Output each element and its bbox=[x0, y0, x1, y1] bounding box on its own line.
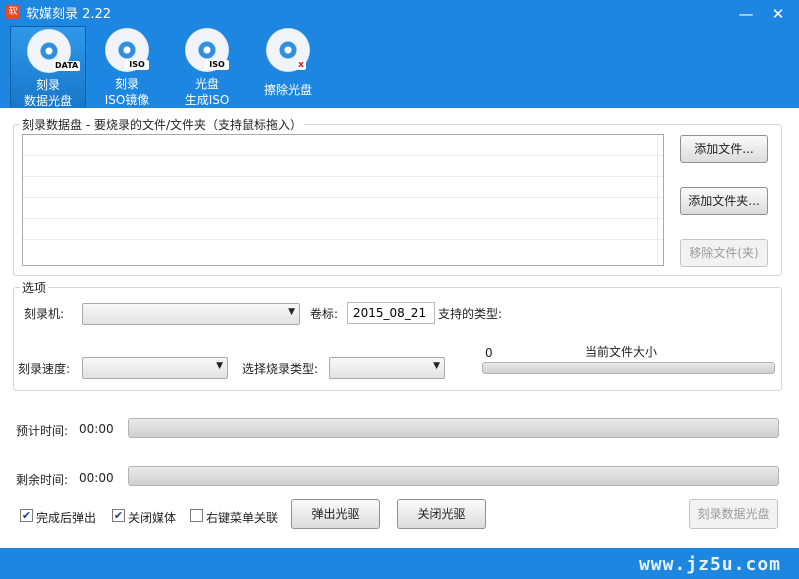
disc-badge: ISO bbox=[205, 60, 229, 70]
estimated-progress-bar bbox=[128, 418, 779, 438]
disc-badge: ISO bbox=[125, 60, 149, 70]
eject-after-checkbox[interactable]: ✔ bbox=[20, 509, 33, 522]
grid-line bbox=[23, 176, 663, 177]
volume-input[interactable] bbox=[347, 302, 435, 324]
remove-file-button[interactable]: 移除文件(夹) bbox=[680, 239, 768, 267]
app-window: 软 软媒刻录 2.22 — ✕ DATA 刻录 数据光盘 ISO 刻录 ISO镜… bbox=[0, 0, 799, 579]
dropdown-arrow-icon: ▼ bbox=[433, 361, 440, 371]
close-media-checkbox[interactable]: ✔ bbox=[112, 509, 125, 522]
dropdown-arrow-icon: ▼ bbox=[288, 307, 295, 317]
options-group-legend: 选项 bbox=[22, 281, 47, 295]
add-file-button[interactable]: 添加文件... bbox=[680, 135, 768, 163]
disc-badge: DATA bbox=[53, 61, 81, 71]
grid-line bbox=[23, 239, 663, 240]
tab-create-iso[interactable]: ISO 光盘 生成ISO bbox=[169, 26, 245, 108]
close-drive-button[interactable]: 关闭光驱 bbox=[397, 499, 486, 529]
erase-x-icon: x bbox=[296, 60, 306, 70]
speed-select[interactable]: ▼ bbox=[82, 357, 228, 379]
tab-erase-disc[interactable]: x 擦除光盘 bbox=[250, 26, 326, 108]
tab-burn-data-disc[interactable]: DATA 刻录 数据光盘 bbox=[10, 26, 86, 108]
title-bar: 软 软媒刻录 2.22 — ✕ DATA 刻录 数据光盘 ISO 刻录 ISO镜… bbox=[0, 0, 799, 108]
remaining-time-label: 剩余时间: bbox=[16, 473, 69, 487]
grid-line bbox=[23, 155, 663, 156]
dropdown-arrow-icon: ▼ bbox=[216, 361, 223, 371]
burner-label: 刻录机: bbox=[24, 307, 65, 321]
add-folder-button[interactable]: 添加文件夹... bbox=[680, 187, 768, 215]
tab-burn-iso[interactable]: ISO 刻录 ISO镜像 bbox=[89, 26, 165, 108]
eject-drive-button[interactable]: 弹出光驱 bbox=[291, 499, 380, 529]
close-button[interactable]: ✕ bbox=[769, 6, 787, 22]
speed-label: 刻录速度: bbox=[18, 362, 71, 376]
status-bar: www.jz5u.com bbox=[0, 548, 799, 579]
grid-line bbox=[657, 135, 658, 265]
file-list[interactable] bbox=[22, 134, 664, 266]
size-progress-bar bbox=[482, 362, 775, 374]
burn-type-label: 选择烧录类型: bbox=[242, 362, 319, 376]
app-logo-icon: 软 bbox=[6, 5, 20, 19]
tab-label-line2: 数据光盘 bbox=[23, 94, 72, 108]
window-title: 软媒刻录 2.22 bbox=[26, 7, 112, 22]
eject-after-label: 完成后弹出 bbox=[36, 511, 97, 525]
tab-label-line1: 刻录 bbox=[35, 78, 60, 92]
burner-select[interactable]: ▼ bbox=[82, 303, 300, 325]
estimated-time-label: 预计时间: bbox=[16, 424, 69, 438]
remaining-progress-bar bbox=[128, 466, 779, 486]
tab-label-line1: 刻录 bbox=[114, 77, 139, 91]
minimize-button[interactable]: — bbox=[737, 6, 755, 22]
files-group-legend: 刻录数据盘 - 要烧录的文件/文件夹（支持鼠标拖入） bbox=[22, 118, 303, 132]
tab-label-line2: ISO镜像 bbox=[104, 93, 150, 107]
context-menu-checkbox[interactable] bbox=[190, 509, 203, 522]
burn-data-disc-button[interactable]: 刻录数据光盘 bbox=[689, 499, 778, 529]
supported-types-label: 支持的类型: bbox=[438, 307, 503, 321]
current-size-label: 当前文件大小 bbox=[585, 345, 658, 359]
tab-label-line2: 生成ISO bbox=[184, 93, 230, 107]
tab-label-line1: 擦除光盘 bbox=[263, 83, 312, 97]
remaining-time-value: 00:00 bbox=[79, 471, 114, 485]
grid-line bbox=[23, 197, 663, 198]
context-menu-label: 右键菜单关联 bbox=[206, 511, 279, 525]
volume-label: 卷标: bbox=[310, 307, 339, 321]
grid-line bbox=[23, 218, 663, 219]
estimated-time-value: 00:00 bbox=[79, 422, 114, 436]
size-value: 0 bbox=[485, 346, 493, 360]
tab-label-line1: 光盘 bbox=[194, 77, 219, 91]
close-media-label: 关闭媒体 bbox=[128, 511, 177, 525]
watermark: www.jz5u.com bbox=[638, 554, 781, 575]
burn-type-select[interactable]: ▼ bbox=[329, 357, 445, 379]
